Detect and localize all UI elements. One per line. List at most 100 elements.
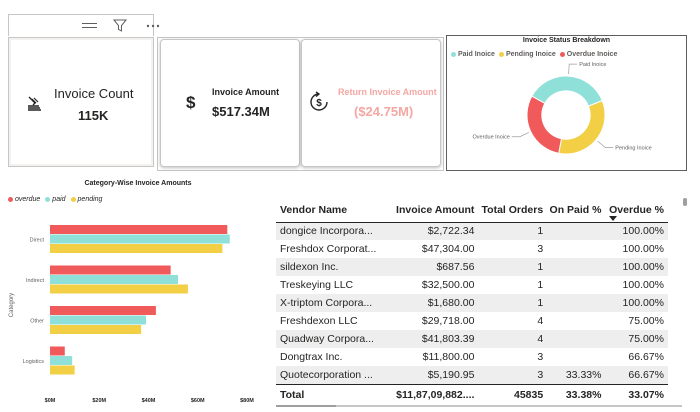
legend-label: Paid Inoice xyxy=(458,51,495,58)
x-tick-label: $80M xyxy=(240,398,254,404)
invoice-count-label: Invoice Count xyxy=(54,86,134,101)
column-header-on-paid[interactable]: On Paid % xyxy=(547,196,606,223)
cell-vendor-name: Treskeying LLC xyxy=(280,279,354,291)
bar-paid-other[interactable] xyxy=(50,315,147,325)
table-row[interactable]: Freshdexon LLC $29,718.00 4 75.00% xyxy=(276,312,668,330)
legend-label: pending xyxy=(77,196,103,203)
legend-item-pending-inoice[interactable]: Pending Inoice xyxy=(498,51,556,58)
table-row[interactable]: dongice Incorpora... $2,722.34 1 100.00% xyxy=(276,222,668,240)
cell-overdue: 100.00% xyxy=(622,243,664,255)
column-header-total-orders[interactable]: Total Orders xyxy=(478,196,548,223)
dollar-icon: $ xyxy=(186,93,196,112)
column-header-invoice-amount[interactable]: Invoice Amount xyxy=(384,196,479,223)
y-axis-title: Category xyxy=(9,293,15,317)
cell-invoice-amount: $47,304.00 xyxy=(421,243,475,255)
cell-vendor-name: X-triptom Corpora... xyxy=(280,297,373,309)
table-total-row: Total $11,87,09,882.... 45835 33.38% 33.07% xyxy=(276,383,668,406)
bar-chart[interactable]: Category Direct Indirect Other Logistics $0M $… xyxy=(0,205,270,410)
donut-chart-title: Invoice Status Breakdown xyxy=(522,37,611,44)
stack-icon xyxy=(26,95,44,118)
cell-vendor-name: Quotecorporation ... xyxy=(280,368,373,381)
invoice-amount-card[interactable] xyxy=(160,39,300,167)
bar-pending-other[interactable] xyxy=(50,325,142,334)
cell-vendor-name: Dongtrax Inc. xyxy=(280,351,343,363)
legend-marker xyxy=(70,197,76,202)
horizontal-scrollbar[interactable] xyxy=(276,405,682,407)
visual-header xyxy=(8,14,160,36)
x-tick-label: $60M xyxy=(191,398,205,404)
legend-item-paid-inoice[interactable]: Paid Inoice xyxy=(451,51,495,58)
cell-total-orders: 1 xyxy=(537,279,544,291)
cell-invoice-amount: $1,680.00 xyxy=(427,297,475,309)
donut-data-label: Pending Inoice xyxy=(615,146,651,152)
vendor-table[interactable]: Vendor Name Invoice Amount Total Orders On … xyxy=(276,196,682,406)
cell-overdue: 66.67% xyxy=(628,351,664,363)
donut-data-label: Paid Inoice xyxy=(579,62,606,68)
total-vendor-name: Total xyxy=(276,383,385,406)
cell-invoice-amount: $687.56 xyxy=(436,261,475,273)
table-row[interactable]: X-triptom Corpora... $1,680.00 1 100.00% xyxy=(276,294,668,312)
cell-on-paid: 33.33% xyxy=(565,368,602,381)
cell-on-paid xyxy=(547,222,605,240)
sort-descending-icon[interactable] xyxy=(609,215,618,221)
bar-paid-indirect[interactable] xyxy=(50,275,179,284)
filter-icon[interactable] xyxy=(113,19,131,33)
table-row[interactable]: Quotecorporation ... $5,190.95 3 33.33% 66.6… xyxy=(276,366,668,384)
total-invoice-amount: $11,87,09,882.... xyxy=(384,383,479,406)
legend-item-pending[interactable]: pending xyxy=(70,196,103,203)
bar-paid-direct[interactable] xyxy=(50,234,230,244)
total-on-paid: 33.38% xyxy=(547,383,606,406)
column-header-vendor-name[interactable]: Vendor Name xyxy=(276,196,385,223)
x-tick-label: $20M xyxy=(92,398,106,404)
legend-label: Pending Inoice xyxy=(505,51,556,58)
bar-overdue-logistics[interactable] xyxy=(50,346,65,356)
cell-on-paid xyxy=(547,240,605,258)
donut-leader-line xyxy=(511,132,530,138)
table-row[interactable]: sildexon Inc. $687.56 1 100.00% xyxy=(276,258,668,276)
bar-paid-logistics[interactable] xyxy=(50,356,73,365)
svg-text:$: $ xyxy=(316,98,322,109)
donut-leader-line xyxy=(568,63,578,75)
total-total-orders: 45835 xyxy=(478,383,548,406)
cell-overdue: 100.00% xyxy=(622,297,664,309)
y-tick-label: Logistics xyxy=(23,359,45,365)
donut-slice-overdue-inoice[interactable] xyxy=(526,95,563,154)
legend-label: paid xyxy=(52,196,66,203)
y-tick-label: Direct xyxy=(30,237,45,243)
legend-marker xyxy=(45,197,51,202)
table-row[interactable]: Treskeying LLC $32,500.00 1 100.00% xyxy=(276,276,668,294)
vertical-scrollbar[interactable] xyxy=(683,198,687,206)
bar-overdue-indirect[interactable] xyxy=(50,265,171,275)
table-row[interactable]: Dongtrax Inc. $11,800.00 3 66.67% xyxy=(276,348,668,366)
donut-slice-pending-inoice[interactable] xyxy=(558,99,606,155)
legend-item-overdue-inoice[interactable]: Overdue Inoice xyxy=(559,51,617,58)
return-invoice-value: ($24.75M) xyxy=(354,104,414,119)
column-header-overdue[interactable]: Overdue % xyxy=(605,196,668,223)
bar-pending-indirect[interactable] xyxy=(50,284,188,294)
cell-on-paid xyxy=(547,294,605,312)
drag-handle-icon[interactable] xyxy=(81,19,99,33)
cell-invoice-amount: $29,718.00 xyxy=(421,315,475,327)
bar-overdue-other[interactable] xyxy=(50,306,156,315)
cell-invoice-amount: $2,722.34 xyxy=(427,225,475,238)
cell-total-orders: 4 xyxy=(537,315,544,327)
cell-overdue: 75.00% xyxy=(628,315,664,327)
table-row[interactable]: Freshdox Corporat... $47,304.00 3 100.00% xyxy=(276,240,668,258)
cell-invoice-amount: $5,190.95 xyxy=(427,368,475,381)
table-row[interactable]: Quadway Corpora... $41,803.39 4 75.00% xyxy=(276,330,668,348)
cell-overdue: 75.00% xyxy=(628,333,664,345)
bar-pending-logistics[interactable] xyxy=(50,365,75,375)
legend-item-paid[interactable]: paid xyxy=(45,196,66,203)
donut-chart[interactable]: Paid Inoice Pending Inoice Overdue Inoice xyxy=(446,60,687,170)
cell-on-paid xyxy=(547,258,605,276)
bar-pending-direct[interactable] xyxy=(50,244,223,253)
cell-invoice-amount: $11,800.00 xyxy=(422,351,475,363)
cell-overdue: 100.00% xyxy=(622,225,664,238)
horizontal-scrollbar-thumb[interactable] xyxy=(276,405,336,407)
cell-overdue: 100.00% xyxy=(622,279,664,291)
legend-marker xyxy=(8,197,13,202)
more-options-icon[interactable] xyxy=(145,19,163,33)
legend-item-overdue[interactable]: overdue xyxy=(8,196,40,203)
bar-overdue-direct[interactable] xyxy=(50,225,228,234)
cell-total-orders: 1 xyxy=(537,225,544,238)
